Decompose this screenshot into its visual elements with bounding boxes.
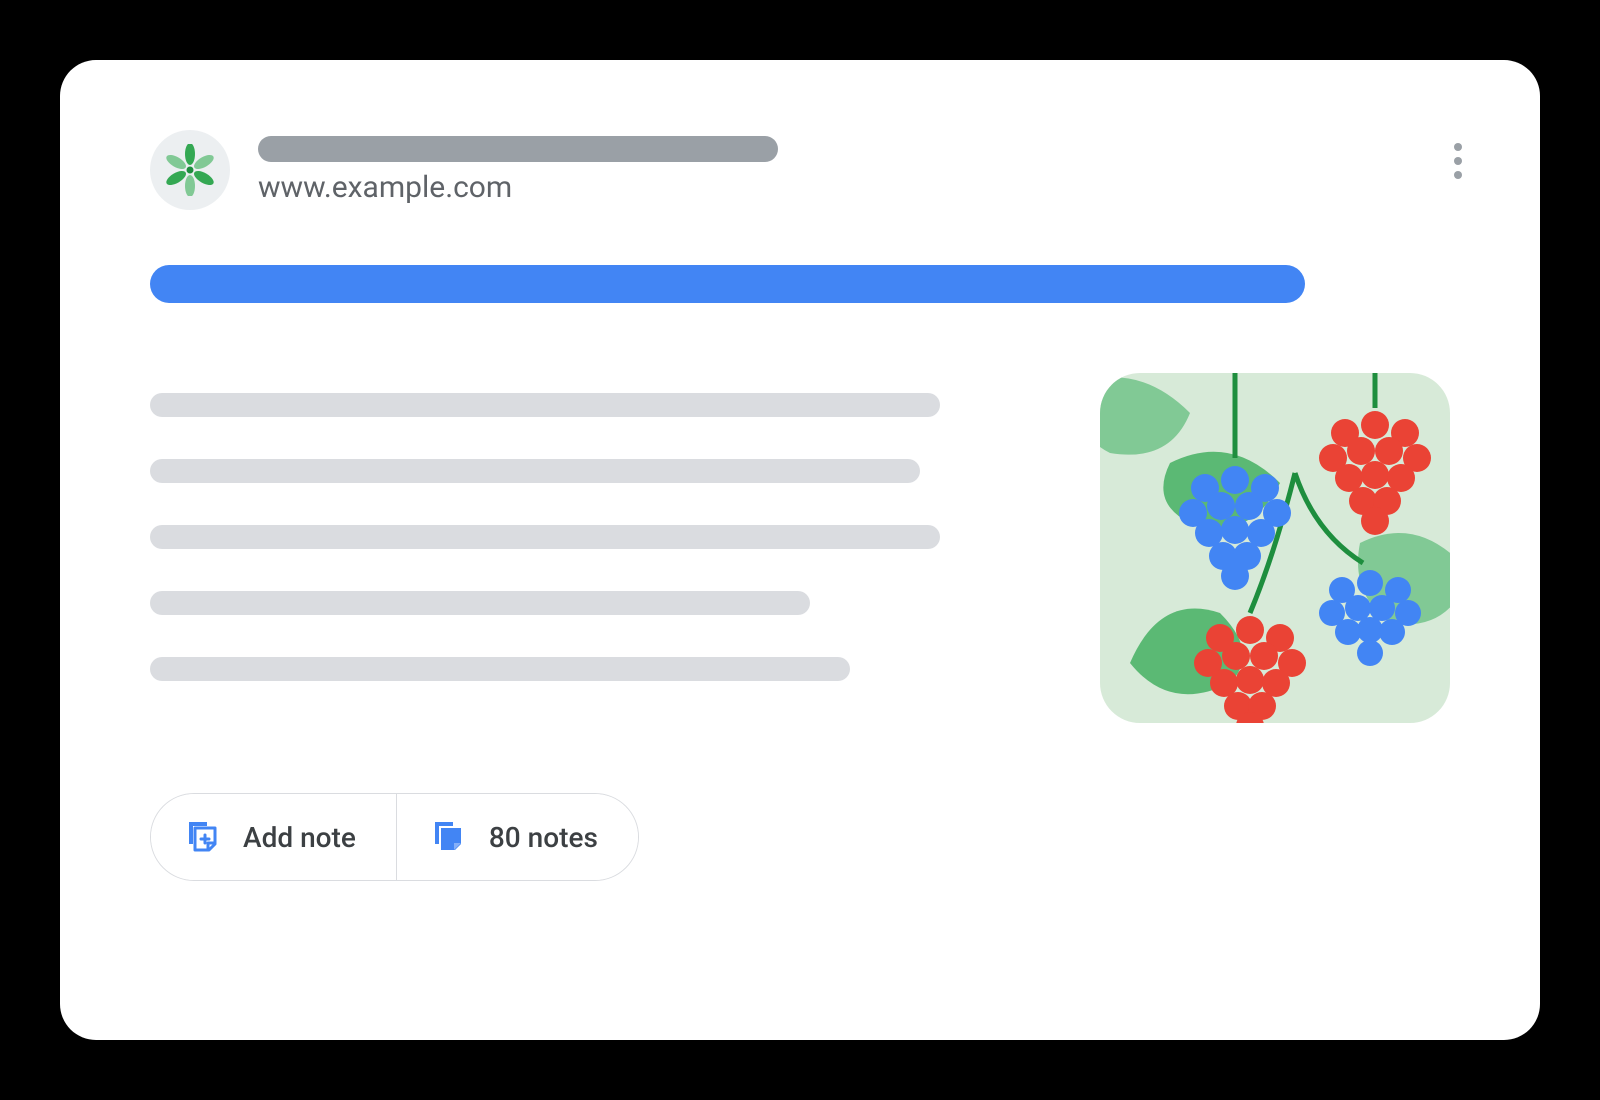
more-options-button[interactable] — [1446, 135, 1470, 187]
site-favicon — [150, 130, 230, 210]
berries-illustration — [1100, 373, 1450, 723]
result-header: www.example.com — [150, 130, 1450, 210]
snippet-line — [150, 393, 940, 417]
view-notes-button[interactable]: 80 notes — [397, 794, 638, 880]
result-snippet — [150, 373, 1030, 681]
snippet-line — [150, 657, 850, 681]
add-note-button[interactable]: Add note — [151, 794, 397, 880]
snippet-line — [150, 459, 920, 483]
add-note-icon — [183, 818, 221, 856]
site-url[interactable]: www.example.com — [258, 170, 1450, 205]
snippet-line — [150, 591, 810, 615]
notes-action-group: Add note 80 notes — [150, 793, 639, 881]
site-title-placeholder — [258, 136, 778, 162]
result-body — [150, 373, 1450, 723]
result-thumbnail[interactable] — [1100, 373, 1450, 723]
notes-count-label: 80 notes — [489, 821, 598, 854]
notes-count-icon — [429, 818, 467, 856]
add-note-label: Add note — [243, 821, 356, 854]
snippet-line — [150, 525, 940, 549]
leaf-icon — [164, 144, 216, 196]
result-title-link-placeholder[interactable] — [150, 265, 1305, 303]
search-result-card: www.example.com — [60, 60, 1540, 1040]
